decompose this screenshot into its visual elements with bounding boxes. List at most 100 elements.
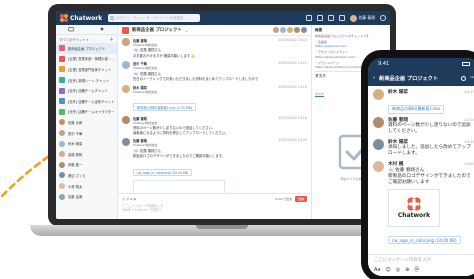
room-list: 新商品企画 プロジェクト [企業] 営業本部・管理の部・... [企業] 営業部門全… [56, 43, 117, 202]
room-icon [59, 45, 65, 52]
message-timeline[interactable]: 佐藤 春翔 2023/03/22 14:10 Chatwork株式会社 To 佐藤 春翔… [118, 36, 311, 193]
notification-icon[interactable] [338, 15, 345, 21]
sidebar-room-label: 高橋 美帆 [68, 152, 83, 157]
message-time: 2023/03/22 14:20 [278, 138, 307, 143]
sidebar-room-label: 新商品企画 プロジェクト [68, 46, 106, 51]
sidebar-room-item[interactable]: 佐藤 太郎 [56, 117, 117, 128]
phone-composer-toolbar: Aa ☺ ◎ ⊕ ＠ [374, 266, 474, 274]
avatar[interactable] [373, 160, 384, 172]
tab-chats[interactable] [56, 25, 87, 34]
enter-to-send-toggle[interactable]: Enterで送信 [275, 197, 292, 201]
emoji-icon[interactable]: ☺ ＠ ⊕ ▤ [122, 197, 136, 201]
phone-chat-message: 佐藤 春翔 14:18 資料のページ数が少し足りないので追加してください。 [373, 117, 474, 136]
pin-icon[interactable]: ⌄ [185, 28, 188, 33]
message-composer: ☺ ＠ ⊕ ▤ Enterで送信 送信 ここにメッセージ内容を入力 (Shift… [118, 193, 311, 219]
sidebar-room-item[interactable]: [企業] 営業部門全体チャット [56, 64, 117, 75]
chat-panel: 新商品企画 プロジェクト ⌄ 佐藤 春翔 2023/03/22 14:10 Chat… [118, 25, 312, 219]
sender-org: Chatwork株式会社 [133, 43, 158, 47]
app-logo[interactable]: Chatwork [60, 14, 102, 22]
room-members[interactable] [273, 27, 307, 33]
phone-image-preview[interactable]: Chatwork [388, 188, 440, 227]
sidebar-room-item[interactable]: [社外] 店舗チームキャラクター [56, 107, 117, 118]
avatar[interactable] [122, 138, 130, 147]
overview-section-link[interactable]: https://example.com... [315, 44, 387, 48]
sidebar-room-item[interactable]: [社外] 新規レート-チャット [56, 75, 117, 86]
phone-message-time: 14:19 [464, 138, 474, 144]
phone-chat-message: 鈴木 陽菜 14:15 新商品の資料(最新版).xlsx [373, 89, 474, 114]
mention: 佐藤 春翔さん [140, 148, 162, 153]
sidebar-room-label: 鈴木 陽菜 [68, 142, 83, 147]
sidebar-room-item[interactable]: [企業] 営業本部・管理の部・... [56, 54, 117, 65]
send-button[interactable]: 送信 [294, 196, 307, 202]
attach-icon[interactable]: ⊕ [405, 267, 409, 273]
user-menu[interactable]: 佐藤 春翔 [349, 14, 375, 22]
avatar[interactable] [373, 117, 384, 128]
user-name: 佐藤 春翔 [358, 15, 375, 20]
message-input[interactable]: ここにメッセージ内容を入力 (Shift + Enterキーで改行) [122, 204, 307, 213]
search-input[interactable]: ログイン、ティッ・タ・ベンバートの名前を... [108, 14, 201, 22]
settings-icon[interactable] [380, 15, 386, 21]
avatar [273, 27, 279, 33]
avatar [59, 140, 65, 147]
phone-message-input[interactable]: ここにメッセージ内容を入力 [374, 257, 474, 263]
sidebar-room-label: [企業] 営業部門全体チャット [68, 67, 112, 72]
text-format-button[interactable]: Aa [374, 267, 380, 273]
phone-timeline[interactable]: 鈴木 陽菜 14:15 新商品の資料(最新版).xlsx 佐藤 春翔 14:18 資料のペ… [368, 86, 474, 252]
phone-search-icon[interactable] [460, 75, 466, 81]
avatar [59, 183, 65, 190]
chat-bubble-icon [68, 27, 75, 32]
tab-contacts[interactable] [87, 25, 118, 34]
sidebar-room-item[interactable]: 高橋 美帆 [56, 149, 117, 160]
sidebar-room-label: 伊藤 健一 [68, 163, 83, 168]
sidebar-room-item[interactable]: 伊藤 健一 [56, 160, 117, 171]
avatar[interactable] [373, 89, 384, 100]
camera-icon[interactable]: ◎ [396, 267, 400, 273]
sender-org: Chatwork株式会社 [133, 89, 158, 94]
avatar[interactable] [122, 38, 130, 46]
add-chat-icon[interactable]: ＋ [109, 36, 114, 43]
avatar [59, 130, 65, 137]
sidebar-room-label: 小林 翔太 [68, 184, 83, 189]
phone-screen: 9:41 ‹ 新商品企画 プロジェクト ⋯ 鈴木 陽菜 14:15 新商品の資料(最… [368, 58, 474, 276]
sidebar-room-item[interactable]: [社外] 店舗チーム全体チャット [56, 96, 117, 107]
file-attachment[interactable]: cw_logo_in_color.png (24.00 KB) [133, 169, 193, 177]
sidebar-room-item[interactable]: 鈴木 陽菜 [56, 138, 117, 149]
overview-title: 概要 [315, 28, 323, 32]
phone-message-time: 14:20 [464, 160, 474, 166]
image-preview[interactable]: Chatwork [133, 179, 225, 193]
task-icon[interactable] [305, 15, 312, 21]
chat-message: 佐藤 春翔 2023/03/22 14:20 Chatwork株式会社 To 佐藤 春翔… [122, 138, 307, 193]
avatar[interactable] [373, 138, 384, 150]
sidebar-room-item[interactable]: 田中 千華 [56, 128, 117, 139]
sender-org: Chatwork株式会社 [133, 143, 158, 148]
phone-sender-name[interactable]: 鈴木 陽菜 [388, 139, 408, 145]
sidebar-room-item[interactable]: 新商品企画 プロジェクト [56, 43, 117, 54]
avatar[interactable] [122, 61, 130, 70]
task-tab[interactable]: タスク [315, 92, 325, 98]
chat-filter-dropdown[interactable]: すべてのチャット ▾ ＋ [56, 35, 117, 43]
mention-icon[interactable]: ＠ [414, 266, 419, 273]
file-attachment[interactable]: 新商品の資料(最新版).xlsx (2.50 MB) [133, 103, 197, 112]
sidebar-room-label: [企業] 営業本部・管理の部・... [68, 57, 115, 62]
file-icon[interactable] [316, 15, 323, 21]
overview-text: 新商品企画プロジェクトのチャットです [315, 34, 369, 38]
avatar[interactable] [122, 115, 130, 124]
message-text: お手数おかけますが 確認お願いします 🙏 [133, 53, 196, 58]
sidebar-room-item[interactable]: 加藤 由美 [56, 191, 117, 202]
sidebar-room-item[interactable]: 小林 翔太 [56, 181, 117, 192]
phone-file-attachment[interactable]: cw_logo_in_color.png (24.00 KB) [388, 236, 461, 245]
phone-sender-name[interactable]: 鈴木 陽菜 [388, 89, 408, 95]
sidebar-room-label: 渡辺 さくら [68, 173, 86, 178]
emoji-icon[interactable]: ☺ [385, 267, 390, 273]
chat-filter-label: すべてのチャット ▾ [59, 37, 89, 42]
avatar[interactable] [122, 84, 130, 93]
status-time: 9:41 [378, 61, 390, 67]
phone-sender-name[interactable]: 木村 楓 [388, 161, 403, 167]
sidebar-room-item[interactable]: [社外] 店舗チームチャット [56, 85, 117, 96]
back-icon[interactable]: ‹ [373, 75, 375, 81]
contacts-icon[interactable] [327, 15, 334, 21]
phone-menu-icon[interactable]: ⋯ [470, 75, 474, 81]
sidebar-room-label: 加藤 由美 [68, 195, 83, 200]
phone-file-attachment[interactable]: 新商品の資料(最新版).xlsx [388, 104, 445, 114]
sidebar-room-item[interactable]: 渡辺 さくら [56, 170, 117, 181]
